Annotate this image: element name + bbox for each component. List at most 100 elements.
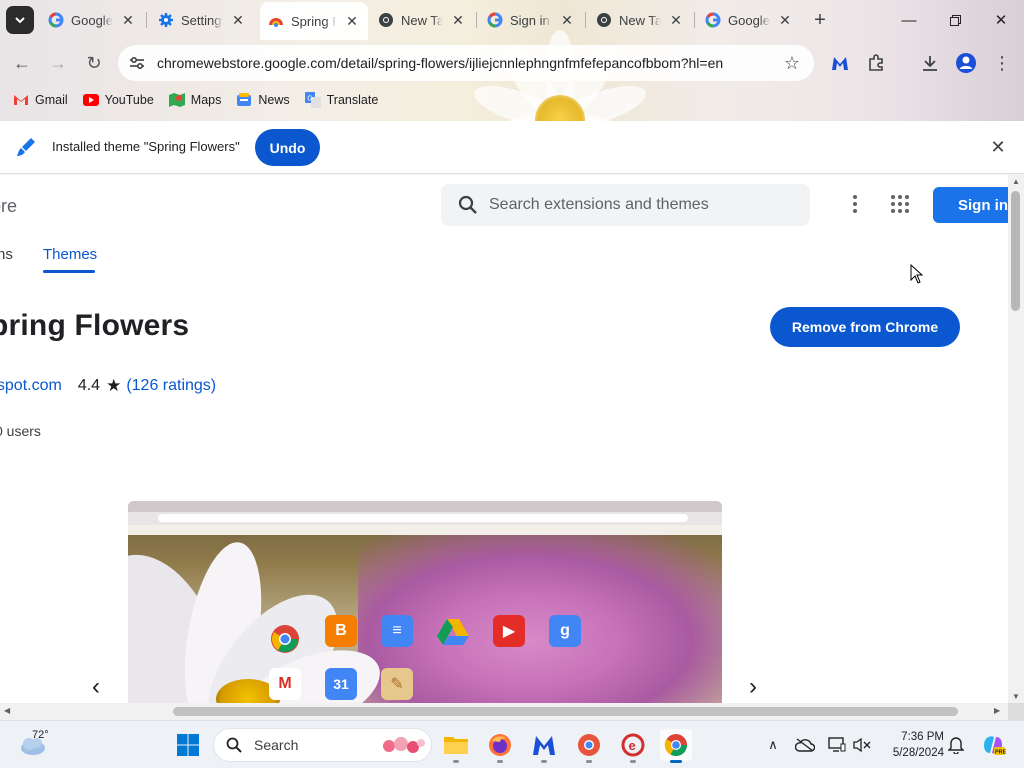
chrome-menu-icon[interactable]: ⋮ bbox=[988, 49, 1016, 77]
close-icon[interactable]: ✕ bbox=[120, 12, 136, 28]
malwarebytes-icon[interactable] bbox=[528, 729, 560, 763]
vertical-scrollbar[interactable]: ▲ ▼ bbox=[1008, 175, 1024, 703]
restore-icon[interactable] bbox=[932, 0, 978, 40]
tab-title: Google bbox=[728, 12, 770, 28]
tab-search-button[interactable] bbox=[6, 6, 34, 34]
tab-google-1[interactable]: Google ✕ bbox=[40, 5, 144, 35]
star-icon: ★ bbox=[106, 376, 122, 395]
bookmark-label: YouTube bbox=[104, 93, 154, 107]
preview-chrome-icon bbox=[269, 623, 301, 655]
network-speaker-icon[interactable] bbox=[852, 735, 872, 755]
store-search-box[interactable] bbox=[441, 184, 810, 226]
bookmark-news[interactable]: News bbox=[236, 93, 290, 107]
nav-tab-themes[interactable]: Themes bbox=[43, 246, 97, 263]
theme-preview-image: B ≡ ▶ g M 31 ✎ bbox=[128, 501, 722, 703]
horizontal-scroll-thumb[interactable] bbox=[173, 707, 958, 716]
tab-settings[interactable]: Settings ✕ bbox=[150, 5, 254, 35]
more-options-icon[interactable] bbox=[843, 192, 867, 216]
close-icon[interactable]: ✕ bbox=[559, 12, 575, 28]
paintbrush-icon bbox=[17, 138, 35, 156]
firefox-icon[interactable] bbox=[484, 729, 516, 763]
close-icon[interactable]: ✕ bbox=[668, 12, 684, 28]
translate-icon: G bbox=[304, 92, 321, 108]
chrome-taskbar-icon[interactable] bbox=[660, 729, 692, 763]
close-icon[interactable]: ✕ bbox=[777, 12, 793, 28]
google-icon bbox=[48, 12, 64, 28]
tab-google-2[interactable]: Google ✕ bbox=[697, 5, 801, 35]
extensions-puzzle-icon[interactable] bbox=[862, 49, 890, 77]
tab-separator bbox=[146, 12, 147, 28]
scrollbar-corner bbox=[1008, 703, 1024, 720]
malwarebytes-extension-icon[interactable] bbox=[826, 49, 854, 77]
theme-installed-infobar: Installed theme "Spring Flowers" Undo ✕ bbox=[0, 121, 1024, 174]
tab-new-tab-2[interactable]: New Tab ✕ bbox=[588, 5, 692, 35]
google-apps-icon[interactable] bbox=[889, 193, 911, 215]
taskbar-search-label: Search bbox=[254, 737, 299, 753]
minimize-icon[interactable]: — bbox=[886, 0, 932, 40]
download-icon[interactable] bbox=[916, 49, 944, 77]
new-tab-plus-icon[interactable]: + bbox=[809, 9, 831, 31]
carousel-next-icon[interactable]: › bbox=[741, 673, 765, 700]
chrome-canary-icon[interactable] bbox=[573, 729, 605, 763]
bookmark-label: Maps bbox=[190, 93, 222, 107]
bookmark-youtube[interactable]: YouTube bbox=[82, 93, 154, 107]
horizontal-scrollbar[interactable]: ◀ ▶ bbox=[0, 703, 1008, 720]
clock-date: 5/28/2024 bbox=[892, 747, 944, 759]
bookmark-maps[interactable]: Maps bbox=[168, 93, 222, 107]
display-icon[interactable] bbox=[827, 735, 847, 755]
carousel-previous-icon[interactable]: ‹ bbox=[84, 673, 108, 700]
windows-taskbar: 72° Search e ∧ 7:36 PM 5/28/2024 PRE bbox=[0, 720, 1024, 768]
infobar-close-icon[interactable]: ✕ bbox=[988, 137, 1008, 157]
weather-temperature: 72° bbox=[32, 729, 49, 741]
preview-docs-icon: ≡ bbox=[381, 615, 413, 647]
svg-text:PRE: PRE bbox=[995, 750, 1006, 756]
show-hidden-icons-chevron-icon[interactable]: ∧ bbox=[763, 735, 783, 755]
google-icon bbox=[705, 12, 721, 28]
window-close-icon[interactable]: ✕ bbox=[978, 0, 1024, 40]
close-icon[interactable]: ✕ bbox=[450, 12, 466, 28]
active-tab-indicator bbox=[43, 270, 95, 273]
tab-title: New Tab bbox=[619, 12, 661, 28]
bookmark-label: News bbox=[258, 93, 290, 107]
browser-frame: Google ✕ Settings ✕ Spring Flowers ✕ New… bbox=[0, 0, 1024, 121]
sign-in-button[interactable]: Sign in bbox=[933, 187, 1008, 223]
notification-bell-icon[interactable] bbox=[946, 735, 966, 755]
reload-icon[interactable]: ↻ bbox=[80, 49, 108, 77]
url-text[interactable]: chromewebstore.google.com/detail/spring-… bbox=[157, 55, 747, 71]
vertical-scroll-thumb[interactable] bbox=[1011, 191, 1020, 311]
bookmark-gmail[interactable]: Gmail bbox=[13, 93, 68, 107]
tab-sign-in[interactable]: Sign in ✕ bbox=[479, 5, 583, 35]
system-clock[interactable]: 7:36 PM 5/28/2024 bbox=[884, 729, 944, 761]
onedrive-offline-icon[interactable] bbox=[795, 735, 815, 755]
undo-button[interactable]: Undo bbox=[255, 129, 320, 166]
windows-start-icon[interactable] bbox=[172, 729, 204, 761]
mouse-cursor-icon bbox=[910, 264, 924, 284]
remove-from-chrome-button[interactable]: Remove from Chrome bbox=[770, 307, 960, 347]
back-button[interactable]: ← bbox=[8, 49, 36, 77]
address-bar[interactable]: chromewebstore.google.com/detail/spring-… bbox=[118, 45, 814, 81]
preview-google-search-icon: g bbox=[549, 615, 581, 647]
forward-button[interactable]: → bbox=[44, 49, 72, 77]
publisher-link[interactable]: gspot.com bbox=[0, 377, 62, 395]
tab-spring-flowers[interactable]: Spring Flowers ✕ bbox=[260, 2, 368, 40]
search-input[interactable] bbox=[489, 196, 789, 214]
preview-theme-palette-icon: ✎ bbox=[381, 668, 413, 700]
nav-tab-extensions[interactable]: ns bbox=[0, 246, 13, 263]
theme-title: pring Flowers bbox=[0, 309, 190, 342]
copilot-icon[interactable]: PRE bbox=[980, 732, 1006, 758]
tab-new-tab-1[interactable]: New Tab ✕ bbox=[370, 5, 474, 35]
file-explorer-icon[interactable] bbox=[440, 729, 472, 763]
bookmark-star-icon[interactable]: ☆ bbox=[784, 53, 800, 74]
profile-avatar-icon[interactable] bbox=[952, 49, 980, 77]
ratings-link[interactable]: (126 ratings) bbox=[126, 377, 216, 395]
store-name[interactable]: tore bbox=[0, 196, 17, 217]
app-red-e-icon[interactable]: e bbox=[617, 729, 649, 763]
search-highlight-flowers-icon bbox=[383, 737, 425, 753]
close-icon[interactable]: ✕ bbox=[230, 12, 246, 28]
taskbar-search-box[interactable]: Search bbox=[213, 728, 432, 762]
chevron-down-icon bbox=[15, 17, 25, 24]
tab-title: Spring Flowers bbox=[291, 13, 337, 29]
site-info-icon[interactable] bbox=[124, 50, 150, 76]
close-icon[interactable]: ✕ bbox=[344, 13, 360, 29]
bookmark-translate[interactable]: G Translate bbox=[304, 92, 378, 108]
